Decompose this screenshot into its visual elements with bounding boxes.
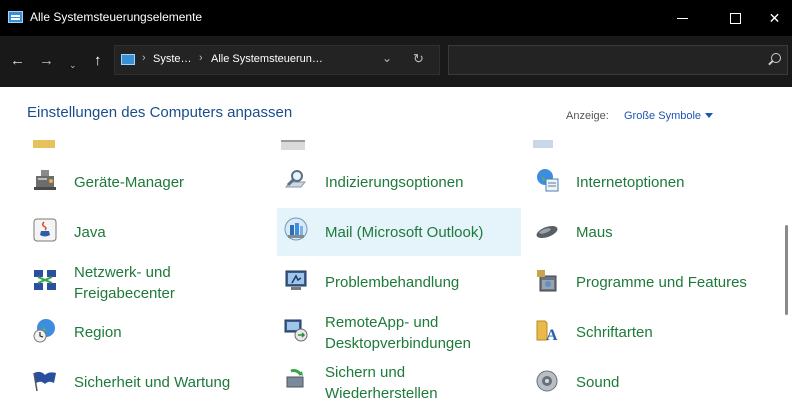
up-arrow-icon[interactable]: ↑: [94, 52, 102, 70]
svg-text:A: A: [546, 327, 558, 343]
item-label: Java: [74, 224, 106, 241]
item-programs-features[interactable]: Programme und Features: [528, 259, 778, 305]
back-arrow-icon[interactable]: ←: [10, 52, 25, 70]
item-label-line1: RemoteApp- und: [325, 314, 439, 331]
address-bar[interactable]: › Syste… › Alle Systemsteuerun… ⌄ ↻: [114, 45, 440, 75]
troubleshooting-icon: [285, 270, 307, 290]
control-panel-icon: [121, 54, 135, 65]
item-device-manager[interactable]: Geräte-Manager: [26, 159, 270, 205]
item-sound[interactable]: Sound: [528, 359, 778, 405]
item-backup-restore[interactable]: Sichern und Wiederherstellen: [277, 359, 521, 405]
control-panel-icon: [8, 11, 23, 23]
view-label: Anzeige:: [566, 110, 609, 122]
sound-icon: [536, 370, 558, 392]
network-sharing-icon: [34, 270, 56, 290]
item-label-line2: Desktopverbindungen: [325, 335, 471, 352]
breadcrumb-system[interactable]: Syste…: [153, 53, 192, 65]
item-label: Maus: [576, 224, 613, 241]
item-label-line2: Freigabecenter: [74, 285, 175, 302]
item-network-sharing[interactable]: Netzwerk- und Freigabecenter: [26, 259, 270, 305]
remoteapp-icon: [284, 319, 308, 342]
recent-locations-chevron-icon[interactable]: ⌄: [69, 56, 77, 74]
device-manager-icon: [34, 170, 56, 190]
java-icon: [33, 218, 57, 242]
item-remoteapp[interactable]: RemoteApp- und Desktopverbindungen: [277, 309, 521, 355]
internet-options-icon: [537, 169, 559, 192]
security-maintenance-icon: [33, 371, 56, 392]
item-troubleshooting[interactable]: Problembehandlung: [277, 259, 521, 305]
caret-down-icon: [705, 113, 714, 118]
item-label: Schriftarten: [576, 324, 653, 341]
partial-item-icon: [33, 140, 55, 148]
breadcrumb-all-items[interactable]: Alle Systemsteuerun…: [211, 53, 323, 65]
breadcrumb-separator: ›: [142, 52, 146, 64]
partial-item-icon: [281, 140, 305, 150]
forward-arrow-icon[interactable]: →: [39, 52, 54, 70]
programs-features-icon: [537, 270, 557, 292]
close-button[interactable]: ✕: [757, 0, 792, 36]
mail-icon: [284, 217, 308, 241]
item-fonts[interactable]: A Schriftarten: [528, 309, 778, 355]
title-bar: Alle Systemsteuerungselemente ✕: [0, 0, 792, 36]
item-internet-options[interactable]: Internetoptionen: [528, 159, 778, 205]
item-security-maintenance[interactable]: Sicherheit und Wartung: [26, 359, 270, 405]
fonts-icon: A: [536, 320, 558, 343]
view-mode-dropdown[interactable]: Große Symbole: [624, 110, 714, 122]
vertical-scrollbar[interactable]: [785, 225, 788, 315]
item-label-line1: Netzwerk- und: [74, 264, 171, 281]
item-region[interactable]: Region: [26, 309, 270, 355]
navigation-bar: ← → ⌄ ↑ › Syste… › Alle Systemsteuerun… …: [0, 36, 792, 87]
item-java[interactable]: Java: [26, 209, 270, 255]
backup-restore-icon: [286, 369, 304, 388]
item-mail[interactable]: Mail (Microsoft Outlook): [277, 208, 521, 256]
item-label: Programme und Features: [576, 274, 747, 291]
partial-item-icon: [533, 140, 553, 148]
region-icon: [33, 319, 55, 343]
minimize-button[interactable]: [660, 0, 704, 36]
item-label: Sound: [576, 374, 620, 391]
search-input[interactable]: [448, 45, 788, 75]
window-title: Alle Systemsteuerungselemente: [30, 10, 203, 24]
item-indexing-options[interactable]: Indizierungsoptionen: [277, 159, 521, 205]
page-title: Einstellungen des Computers anpassen: [27, 104, 293, 121]
item-label: Geräte-Manager: [74, 174, 185, 191]
item-label: Sicherheit und Wartung: [74, 374, 231, 391]
item-label: Problembehandlung: [325, 274, 460, 291]
item-label-line1: Sichern und: [325, 364, 406, 381]
maximize-button[interactable]: [713, 0, 757, 36]
item-mouse[interactable]: Maus: [528, 209, 778, 255]
view-mode-value: Große Symbole: [624, 110, 702, 122]
mouse-icon: [536, 225, 558, 239]
item-label: Indizierungsoptionen: [325, 174, 464, 191]
address-dropdown-icon[interactable]: ⌄: [382, 51, 392, 65]
item-label: Region: [74, 324, 122, 341]
refresh-icon[interactable]: ↻: [413, 51, 424, 67]
item-label: Mail (Microsoft Outlook): [325, 224, 484, 241]
breadcrumb-separator: ›: [199, 52, 203, 64]
item-label: Internetoptionen: [576, 174, 685, 191]
indexing-options-icon: [284, 170, 307, 188]
search-icon: [771, 53, 781, 63]
